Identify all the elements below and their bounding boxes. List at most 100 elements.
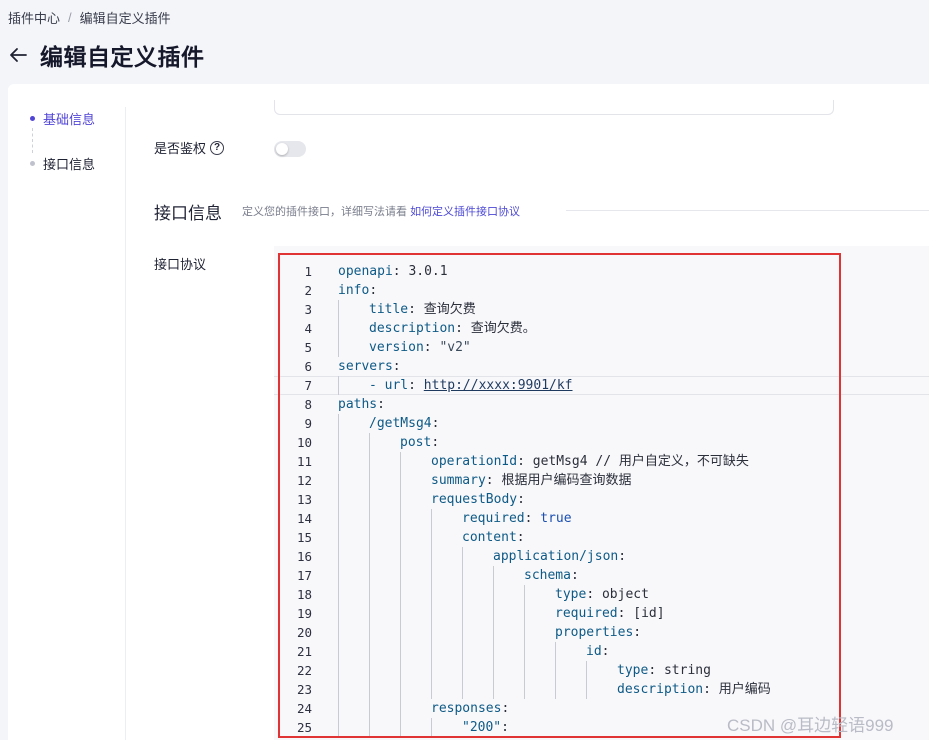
- indent-guide: [369, 585, 370, 604]
- yaml-colon: :: [501, 701, 510, 716]
- code-line[interactable]: 11 operationId: getMsg4 // 用户自定义，不可缺失: [274, 452, 929, 471]
- yaml-url-value[interactable]: http://xxxx:9901/kf: [424, 378, 573, 393]
- code-editor[interactable]: 1 openapi: 3.0.1 2 info: 3 title: 查询欠费 4 descri…: [274, 246, 929, 740]
- line-number: 6: [304, 359, 312, 374]
- code-line[interactable]: 20 properties:: [274, 623, 929, 642]
- indent-guide: [493, 623, 494, 642]
- breadcrumb-parent[interactable]: 插件中心: [8, 8, 60, 27]
- code-line[interactable]: 14 required: true: [274, 509, 929, 528]
- indent-guide: [493, 585, 494, 604]
- indent-guide: [524, 585, 525, 604]
- indent-guide: [524, 623, 525, 642]
- code-line[interactable]: 6 servers:: [274, 357, 929, 376]
- indent-guide: [462, 661, 463, 680]
- code-text: properties:: [555, 623, 641, 642]
- yaml-colon: :: [392, 264, 409, 279]
- indent-guide: [369, 452, 370, 471]
- code-text: description: 用户编码: [617, 680, 771, 699]
- code-text: operationId: getMsg4 // 用户自定义，不可缺失: [431, 452, 749, 471]
- code-line[interactable]: 16 application/json:: [274, 547, 929, 566]
- line-number: 25: [296, 720, 312, 735]
- yaml-colon: :: [703, 682, 719, 697]
- nav-connector: [32, 128, 33, 153]
- yaml-colon: :: [392, 359, 401, 374]
- line-number: 11: [296, 454, 312, 469]
- line-number: 14: [296, 511, 312, 526]
- yaml-colon: :: [648, 663, 664, 678]
- code-line[interactable]: 2 info:: [274, 281, 929, 300]
- yaml-value: 根据用户编码查询数据: [501, 473, 632, 488]
- yaml-colon: :: [431, 416, 440, 431]
- code-line[interactable]: 5 version: "v2": [274, 338, 929, 357]
- indent-guide: [369, 623, 370, 642]
- yaml-colon: :: [516, 530, 525, 545]
- code-line[interactable]: 8 paths:: [274, 395, 929, 414]
- code-line[interactable]: 4 description: 查询欠费。: [274, 319, 929, 338]
- section-desc-text: 定义您的插件接口，详细写法请看: [242, 206, 407, 218]
- description-textarea[interactable]: [274, 100, 834, 115]
- line-number: 4: [304, 321, 312, 336]
- code-line[interactable]: 19 required: [id]: [274, 604, 929, 623]
- indent-guide: [431, 623, 432, 642]
- line-number: 8: [304, 397, 312, 412]
- code-line[interactable]: 15 content:: [274, 528, 929, 547]
- indent-guide: [586, 661, 587, 680]
- code-line[interactable]: 21 id:: [274, 642, 929, 661]
- code-line[interactable]: 23 description: 用户编码: [274, 680, 929, 699]
- code-text: servers:: [338, 357, 401, 376]
- code-line[interactable]: 7 - url: http://xxxx:9901/kf: [274, 376, 929, 395]
- yaml-key: content: [462, 530, 517, 545]
- help-icon[interactable]: ?: [210, 140, 225, 155]
- indent-guide: [462, 623, 463, 642]
- line-number: 3: [304, 302, 312, 317]
- indent-guide: [431, 585, 432, 604]
- nav-item-basic-info[interactable]: 基础信息: [22, 108, 122, 128]
- code-line[interactable]: 12 summary: 根据用户编码查询数据: [274, 471, 929, 490]
- line-number: 24: [296, 701, 312, 716]
- code-line[interactable]: 10 post:: [274, 433, 929, 452]
- yaml-key: properties: [555, 625, 634, 640]
- indent-guide: [400, 680, 401, 699]
- yaml-value: getMsg4 // 用户自定义，不可缺失: [532, 454, 749, 469]
- nav-item-interface-info[interactable]: 接口信息: [22, 153, 122, 173]
- breadcrumb-current: 编辑自定义插件: [79, 11, 171, 26]
- code-line[interactable]: 22 type: string: [274, 661, 929, 680]
- indent-guide: [493, 604, 494, 623]
- code-line[interactable]: 9/getMsg4:: [274, 414, 929, 433]
- yaml-key: info: [338, 283, 370, 298]
- indent-guide: [338, 642, 339, 661]
- yaml-value: [id]: [633, 606, 665, 621]
- indent-guide: [400, 642, 401, 661]
- indent-guide: [369, 528, 370, 547]
- line-number: 10: [296, 435, 312, 450]
- indent-guide: [338, 604, 339, 623]
- code-line[interactable]: 3 title: 查询欠费: [274, 300, 929, 319]
- indent-guide: [493, 680, 494, 699]
- dot-icon: [30, 160, 35, 166]
- code-line[interactable]: 17 schema:: [274, 566, 929, 585]
- yaml-key: required: [462, 511, 525, 526]
- indent-guide: [524, 661, 525, 680]
- yaml-colon: :: [617, 606, 634, 621]
- yaml-key: schema: [524, 568, 571, 583]
- indent-guide: [338, 414, 339, 433]
- indent-guide: [431, 547, 432, 566]
- indent-guide: [400, 452, 401, 471]
- code-line[interactable]: 13 requestBody:: [274, 490, 929, 509]
- indent-guide: [369, 547, 370, 566]
- auth-toggle[interactable]: [274, 141, 306, 157]
- indent-guide: [338, 471, 339, 490]
- code-text: required: [id]: [555, 604, 665, 623]
- protocol-help-link[interactable]: 如何定义插件接口协议: [410, 206, 520, 218]
- back-arrow-icon[interactable]: [8, 45, 28, 65]
- indent-guide: [338, 300, 339, 319]
- code-text: requestBody:: [431, 490, 525, 509]
- code-line[interactable]: 18 type: object: [274, 585, 929, 604]
- code-text: paths:: [338, 395, 385, 414]
- indent-guide: [400, 547, 401, 566]
- indent-guide: [493, 566, 494, 585]
- code-line[interactable]: 1 openapi: 3.0.1: [274, 262, 929, 281]
- indent-guide: [369, 490, 370, 509]
- yaml-key: type: [617, 663, 649, 678]
- indent-guide: [338, 680, 339, 699]
